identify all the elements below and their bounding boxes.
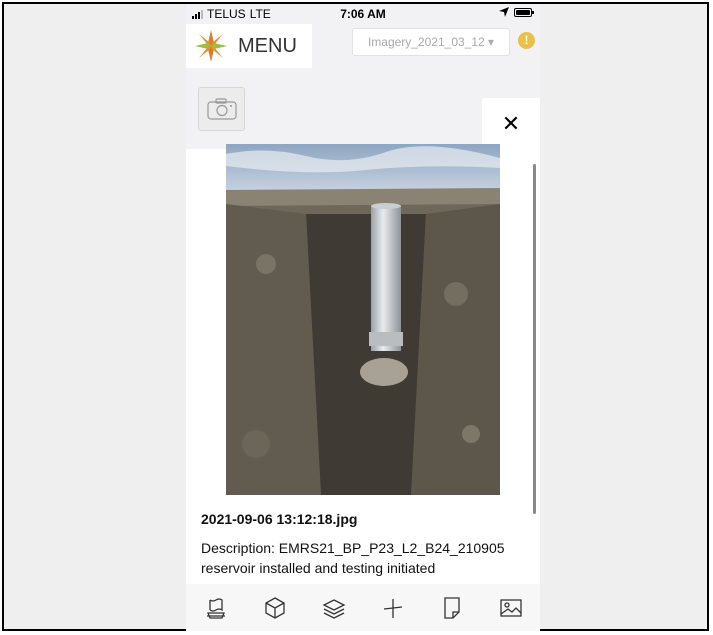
close-button[interactable]: ✕ [482, 98, 540, 150]
notes-icon [443, 596, 460, 619]
camera-button[interactable] [198, 87, 245, 131]
menu-label: MENU [238, 34, 297, 57]
notes-button[interactable] [440, 596, 464, 620]
location-arrow-icon [499, 7, 509, 17]
menu-button[interactable]: MENU [186, 24, 312, 68]
measure-icon [383, 598, 402, 618]
image-button[interactable] [499, 596, 523, 620]
status-bar: TELUS LTE 7:06 AM [186, 4, 540, 24]
measure-button[interactable] [381, 596, 405, 620]
phone-screen: TELUS LTE 7:06 AM MENU Imagery_2021_03_1… [186, 4, 540, 631]
photo-description: Description: EMRS21_BP_P23_L2_B24_210905… [201, 540, 505, 576]
battery-icon [514, 7, 534, 17]
bottom-toolbar [186, 584, 540, 631]
camera-icon [206, 98, 237, 120]
app-logo-icon [195, 30, 227, 62]
clock: 7:06 AM [340, 7, 386, 21]
layers-button[interactable] [322, 596, 346, 620]
layers-icon [322, 598, 345, 619]
imagery-select[interactable]: Imagery_2021_03_12 ▾ [352, 28, 510, 56]
map-view-icon [206, 597, 225, 619]
map-view-button[interactable] [204, 596, 228, 620]
3d-box-button[interactable] [263, 596, 287, 620]
image-icon [499, 598, 522, 617]
alert-icon[interactable]: ! [518, 32, 535, 49]
site-photo [226, 144, 500, 495]
scrollbar[interactable] [533, 164, 536, 514]
3d-box-icon [264, 596, 285, 619]
photo-filename: 2021-09-06 13:12:18.jpg [201, 511, 358, 527]
